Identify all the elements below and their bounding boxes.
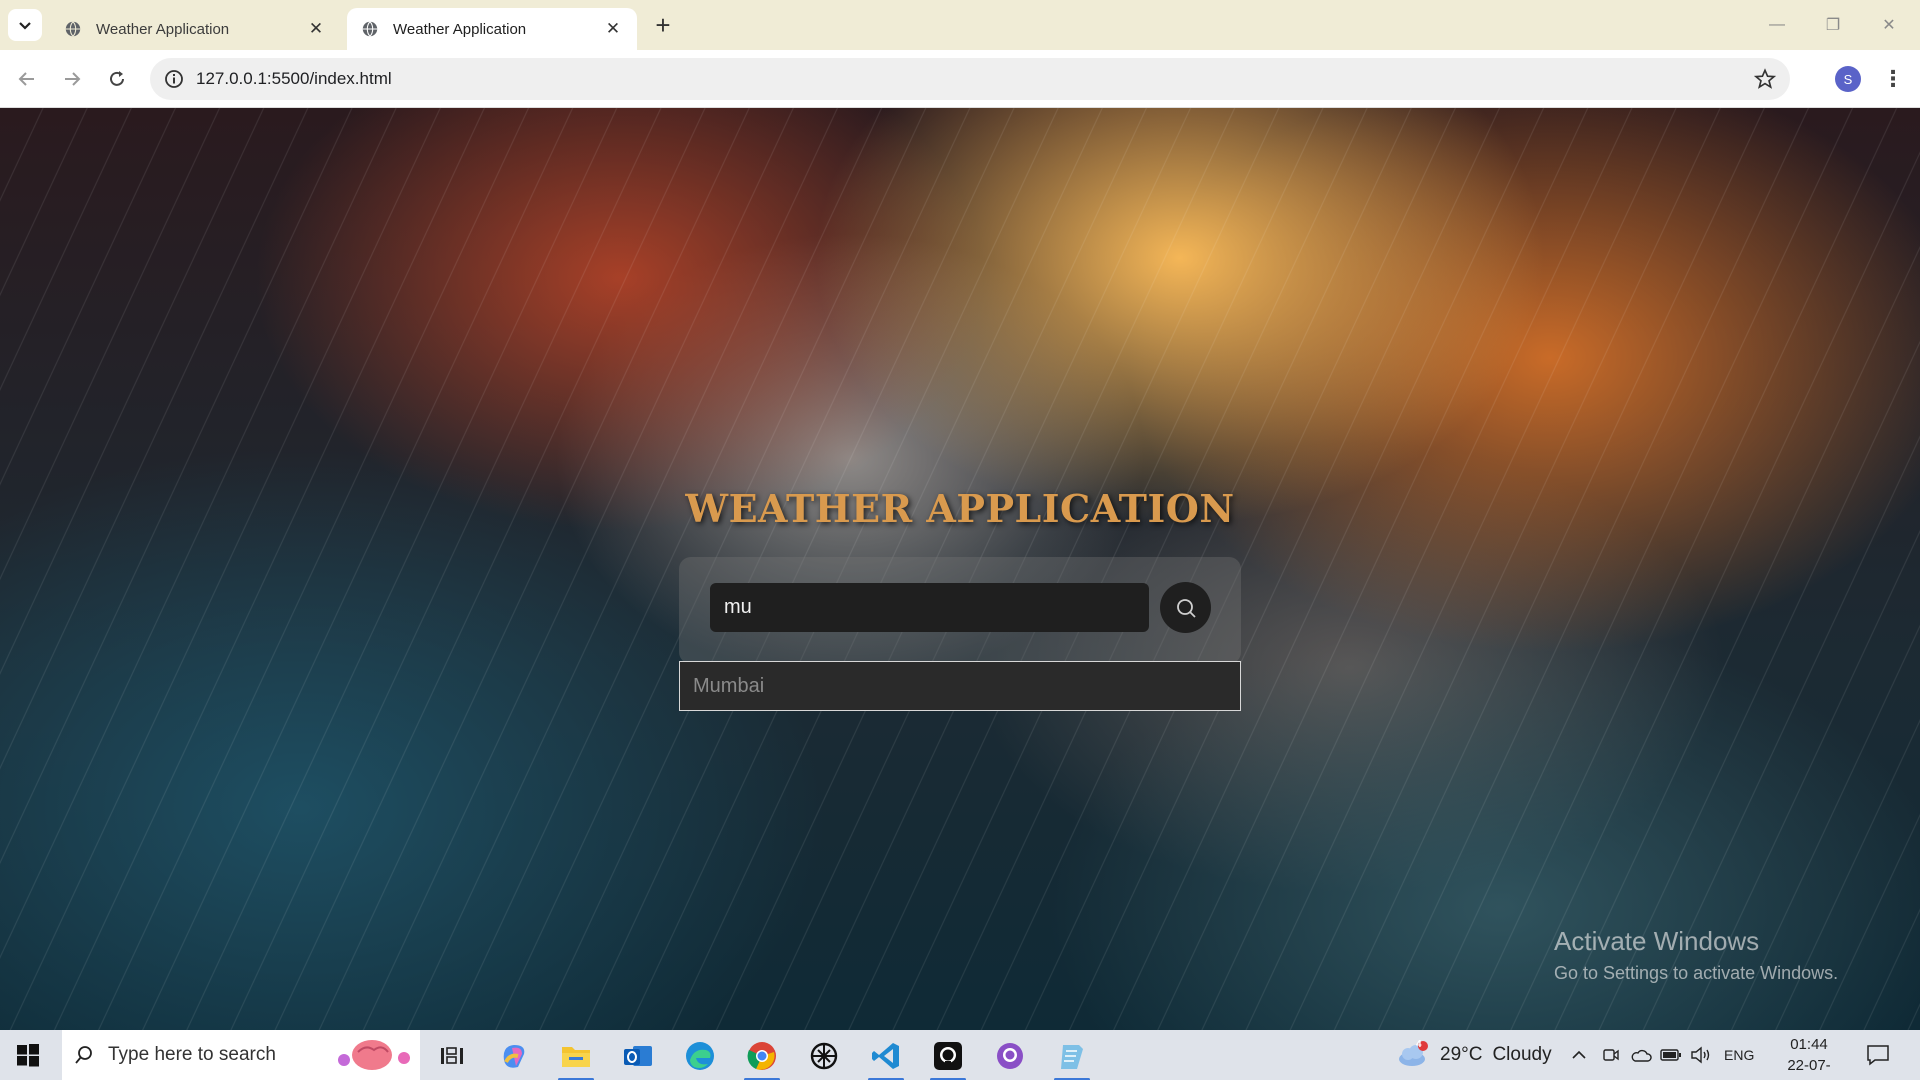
url-text: 127.0.0.1:5500/index.html	[196, 69, 392, 88]
file-explorer-app[interactable]	[556, 1036, 596, 1080]
show-hidden-icons-button[interactable]	[1570, 1030, 1588, 1080]
cloud-icon	[1399, 1041, 1428, 1066]
page-viewport: WEATHER APPLICATION Mumbai Activate Wind…	[0, 108, 1920, 1030]
tab-search-button[interactable]	[8, 9, 42, 41]
edge-icon	[686, 1042, 714, 1070]
chevron-up-icon	[1572, 1050, 1586, 1059]
weather-temp: 29°C	[1440, 1044, 1483, 1065]
battery-icon[interactable]	[1660, 1030, 1682, 1080]
arrow-right-icon	[65, 72, 81, 86]
star-icon[interactable]	[1754, 68, 1776, 90]
outlook-icon	[624, 1046, 652, 1066]
search-card	[679, 557, 1241, 664]
search-icon	[1176, 598, 1196, 618]
volume-icon[interactable]	[1690, 1030, 1712, 1080]
chrome-icon	[747, 1042, 776, 1070]
weather-condition: Cloudy	[1492, 1044, 1552, 1065]
language-indicator[interactable]: ENG	[1724, 1030, 1754, 1080]
browser-toolbar: 127.0.0.1:5500/index.html S ⋮	[0, 50, 1920, 108]
restore-button[interactable]: ❐	[1810, 8, 1856, 42]
github-icon	[934, 1042, 962, 1070]
chrome-app[interactable]	[742, 1036, 782, 1080]
clock-date: 22-07-2025	[1787, 1057, 1831, 1080]
menu-icon[interactable]: ⋮	[1880, 64, 1906, 94]
windows-icon	[17, 1044, 39, 1067]
edge-app[interactable]	[680, 1036, 720, 1076]
close-icon[interactable]: ✕	[603, 19, 623, 39]
search-button[interactable]	[1160, 582, 1211, 633]
onedrive-cloud-icon	[1631, 1049, 1652, 1062]
vscode-icon	[872, 1043, 899, 1069]
tab-weather-2[interactable]: Weather Application ✕	[347, 8, 637, 50]
camera-icon	[1603, 1049, 1619, 1061]
chatgpt-icon	[810, 1042, 838, 1070]
github-desktop-app[interactable]	[990, 1036, 1030, 1076]
back-button[interactable]	[12, 64, 42, 94]
info-icon[interactable]	[164, 69, 184, 89]
brain-illustration-icon	[338, 1040, 410, 1070]
clock-time: 01:44	[1790, 1036, 1828, 1053]
close-window-button[interactable]: ✕	[1866, 8, 1912, 42]
notepad-icon	[1061, 1045, 1083, 1069]
globe-icon	[362, 21, 378, 37]
folder-icon	[562, 1047, 590, 1067]
copilot-app[interactable]	[494, 1036, 534, 1076]
arrow-left-icon	[18, 72, 34, 86]
outlook-app[interactable]	[618, 1036, 658, 1076]
vscode-app[interactable]	[866, 1036, 906, 1080]
taskbar: Type here to search 4 29°C Cloudy ENG 01…	[0, 1030, 1920, 1080]
meet-now-icon[interactable]	[1602, 1030, 1620, 1080]
profile-avatar[interactable]: S	[1835, 66, 1861, 92]
tab-title: Weather Application	[96, 20, 230, 38]
close-icon[interactable]: ✕	[306, 19, 326, 39]
suggestion-item[interactable]: Mumbai	[680, 662, 1240, 710]
battery-status-icon	[1660, 1049, 1681, 1061]
address-bar[interactable]: 127.0.0.1:5500/index.html	[150, 58, 1790, 100]
speaker-icon	[1691, 1046, 1710, 1064]
activate-windows-watermark: Activate Windows Go to Settings to activ…	[1554, 926, 1838, 984]
city-search-input[interactable]	[710, 583, 1149, 632]
task-view-icon	[441, 1047, 463, 1064]
copilot-icon	[503, 1045, 525, 1068]
chatgpt-app[interactable]	[804, 1036, 844, 1076]
taskbar-search[interactable]: Type here to search	[62, 1030, 420, 1080]
search-icon	[75, 1046, 92, 1064]
clock[interactable]: 01:44 22-07-2025	[1772, 1034, 1846, 1080]
minimize-button[interactable]: —	[1754, 8, 1800, 42]
notifications-button[interactable]	[1866, 1030, 1890, 1080]
notepad-app[interactable]	[1052, 1036, 1092, 1080]
reload-icon	[110, 71, 124, 86]
start-button[interactable]	[10, 1040, 46, 1070]
onedrive-icon[interactable]	[1630, 1030, 1652, 1080]
reload-button[interactable]	[102, 64, 132, 94]
task-view-button[interactable]	[432, 1036, 472, 1076]
watermark-title: Activate Windows	[1554, 926, 1760, 956]
weather-widget[interactable]: 4 29°C Cloudy	[1396, 1030, 1552, 1080]
forward-button[interactable]	[57, 64, 87, 94]
tab-weather-1[interactable]: Weather Application ✕	[50, 8, 340, 50]
github-desktop-icon	[997, 1043, 1023, 1069]
tab-strip: Weather Application ✕ Weather Applicatio…	[0, 0, 1920, 50]
tab-title: Weather Application	[393, 20, 527, 38]
page-title: WEATHER APPLICATION	[685, 486, 1235, 531]
notification-icon	[1867, 1045, 1889, 1066]
github-app[interactable]	[928, 1036, 968, 1080]
globe-icon	[65, 21, 81, 37]
new-tab-button[interactable]: +	[648, 10, 678, 40]
watermark-subtitle: Go to Settings to activate Windows.	[1554, 963, 1839, 983]
taskbar-search-placeholder: Type here to search	[108, 1044, 276, 1065]
suggestion-list: Mumbai	[679, 661, 1241, 711]
chevron-down-icon	[19, 22, 31, 30]
weather-badge: 4	[1416, 1039, 1422, 1050]
